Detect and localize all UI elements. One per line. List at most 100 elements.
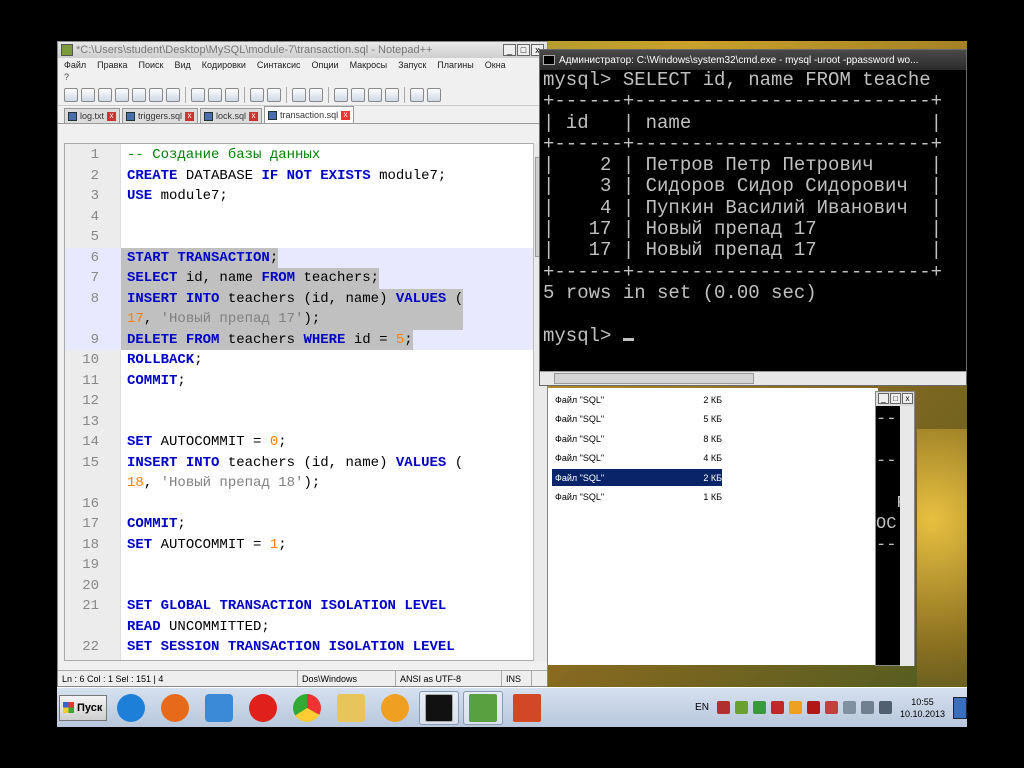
tab-close-icon[interactable]: x [107,111,117,121]
taskbar-opera[interactable] [243,691,283,725]
cmd-line: +------+--------------------------+ [543,132,943,155]
minimize-icon[interactable]: _ [503,44,516,56]
word-wrap-icon[interactable] [385,87,399,102]
file-type: Файл "SQL" [555,413,605,424]
windows-flag-icon [63,702,74,713]
print-icon[interactable] [166,87,180,102]
taskbar-app-flower[interactable] [375,691,415,725]
tray-icon-green[interactable] [752,701,766,714]
notepad-titlebar[interactable]: *C:\Users\student\Desktop\MySQL\module-7… [58,42,547,58]
menu-macros[interactable]: Макросы [350,60,388,70]
replace-icon[interactable] [309,87,323,102]
code-editor[interactable]: 1 -- Создание базы данных 2 CREATE DATABAS… [64,143,535,661]
code-lines[interactable]: 1 -- Создание базы данных 2 CREATE DATABAS… [65,145,534,658]
notepad-window[interactable]: *C:\Users\student\Desktop\MySQL\module-7… [57,41,548,687]
sync-scroll-icon[interactable] [368,87,382,102]
show-all-chars-icon[interactable] [427,87,441,102]
menu-file[interactable]: Файл [64,60,86,70]
close-file-icon[interactable] [132,87,146,102]
clock[interactable]: 10:55 10.10.2013 [892,696,953,720]
new-file-icon[interactable] [64,87,78,102]
tray-icon-tools2[interactable] [824,701,838,714]
zoom-out-icon[interactable] [351,87,365,102]
tray-icon-flower[interactable] [788,701,802,714]
tray-icon-tools[interactable] [716,701,730,714]
list-item[interactable]: Файл "SQL" 5 КБ [552,410,722,427]
list-item[interactable]: Файл "SQL" 8 КБ [552,430,722,447]
cmd-prompt-line: mysql> [543,325,963,347]
taskbar-explorer[interactable] [331,691,371,725]
menu-view[interactable]: Вид [175,60,191,70]
tray-icon-adobe[interactable] [806,701,820,714]
cmd-horizontal-scrollbar[interactable] [540,371,966,385]
language-indicator[interactable]: EN [687,702,717,713]
code-line: 14 SET AUTOCOMMIT = 0; [65,432,534,453]
cmd-titlebar[interactable]: Администратор: C:\Windows\system32\cmd.e… [540,50,966,70]
tab-log-txt[interactable]: log.txt x [64,108,121,123]
taskbar-firefox[interactable] [155,691,195,725]
tab-label: log.txt [80,111,105,121]
undo-icon[interactable] [250,87,264,102]
close-all-icon[interactable] [149,87,163,102]
indent-guide-icon[interactable] [410,87,424,102]
zoom-in-icon[interactable] [334,87,348,102]
line-number: 18 [82,536,99,553]
cmd-title: Администратор: C:\Windows\system32\cmd.e… [559,54,919,66]
taskbar-cmd[interactable] [419,690,459,725]
volume-icon[interactable] [878,701,892,714]
tray-icon-flag[interactable] [842,701,856,714]
tab-close-icon[interactable]: x [185,111,195,121]
save-all-icon[interactable] [115,87,129,102]
menu-plugins[interactable]: Плагины [437,60,473,70]
menu-syntax[interactable]: Синтаксис [257,60,301,70]
tab-triggers-sql[interactable]: triggers.sql x [122,108,199,123]
tab-close-icon[interactable]: x [341,110,351,120]
maximize-icon[interactable]: □ [517,44,530,56]
paste-icon[interactable] [225,87,239,102]
redo-icon[interactable] [267,87,281,102]
code-line-selected: 8 INSERT INTO teachers (id, name) VALUES … [65,288,534,330]
menu-options[interactable]: Опции [311,60,338,70]
tab-lock-sql[interactable]: lock.sql x [200,108,263,123]
tab-close-icon[interactable]: x [249,111,259,121]
tray-icon-red[interactable] [770,701,784,714]
menu-run[interactable]: Запуск [398,60,426,70]
file-type: Файл "SQL" [555,452,605,463]
cmd-output[interactable]: mysql> SELECT id, name FROM teache +-----… [540,70,966,366]
open-file-icon[interactable] [81,87,95,102]
start-button[interactable]: Пуск [59,694,107,721]
cut-icon[interactable] [191,87,205,102]
menu-search[interactable]: Поиск [139,60,164,70]
copy-icon[interactable] [208,87,222,102]
cmd2-vertical-scrollbar[interactable] [900,406,914,666]
close-icon[interactable]: x [902,393,913,404]
list-item[interactable]: Файл "SQL" 4 КБ [552,449,722,466]
maximize-icon[interactable]: □ [890,393,901,404]
menu-help[interactable]: ? [58,72,547,84]
cmd-window[interactable]: Администратор: C:\Windows\system32\cmd.e… [539,49,967,386]
tray-icon-nvidia[interactable] [734,701,748,714]
taskbar-notepad-plus[interactable] [463,690,503,725]
scroll-thumb[interactable] [554,373,754,384]
menu-encoding[interactable]: Кодировки [202,60,246,70]
list-item-selected[interactable]: Файл "SQL" 2 КБ [552,469,722,486]
show-desktop-button[interactable] [953,696,967,719]
cmd-line: ​ [543,304,963,325]
save-icon[interactable] [98,87,112,102]
taskbar-chrome[interactable] [287,691,327,725]
list-item[interactable]: Файл "SQL" 1 КБ [552,488,722,505]
list-item[interactable]: Файл "SQL" 2 КБ [552,391,722,408]
line-number: 20 [82,577,99,594]
tab-transaction-sql[interactable]: transaction.sql x [264,106,355,123]
cmd-window-background[interactable]: _ □ x --​--​ FOC-- [875,391,915,666]
file-size: 1 КБ [703,491,722,502]
menu-edit[interactable]: Правка [97,60,127,70]
network-icon[interactable] [860,701,874,714]
find-icon[interactable] [292,87,306,102]
taskbar-ie[interactable] [111,691,151,725]
taskbar-powerpoint[interactable] [507,691,547,725]
minimize-icon[interactable]: _ [878,393,889,404]
cmd2-titlebar[interactable]: _ □ x [876,392,914,406]
menu-windows[interactable]: Окна [485,60,506,70]
taskbar-media-player[interactable] [199,691,239,725]
